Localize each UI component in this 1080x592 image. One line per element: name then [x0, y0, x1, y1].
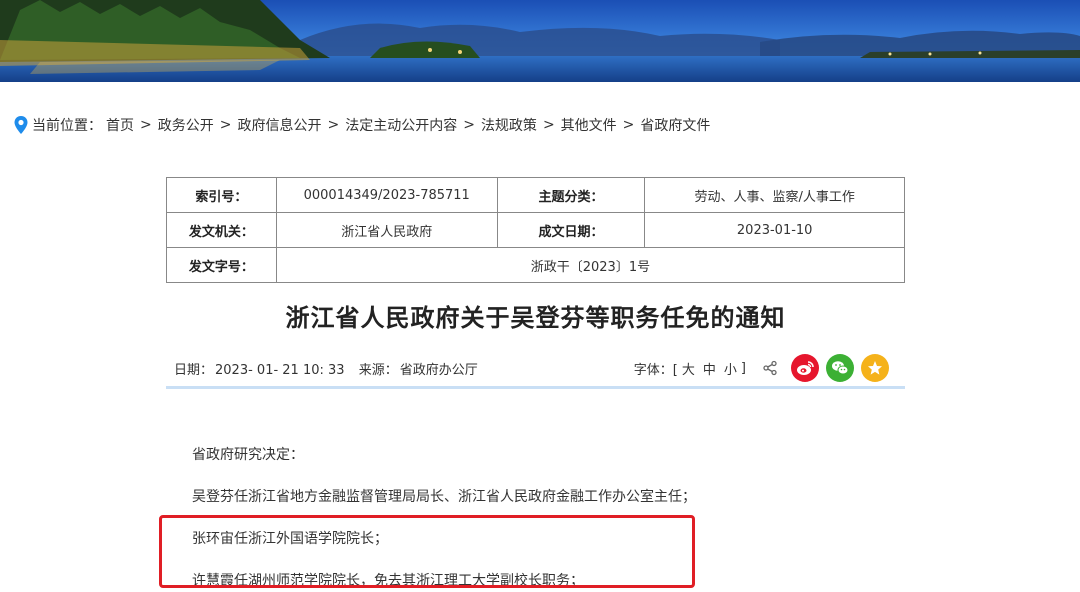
favorite-icon [868, 361, 882, 375]
page-title: 浙江省人民政府关于吴登芬等职务任免的通知 [285, 304, 786, 332]
breadcrumb-item-provincial[interactable]: 省政府文件 [640, 115, 710, 135]
breadcrumb-item-affairs[interactable]: 政务公开 [158, 115, 214, 135]
date-value: 2023-01-10 [644, 212, 905, 248]
share-weibo-button[interactable] [791, 354, 819, 382]
font-size-small-button[interactable]: 小 [724, 359, 737, 378]
breadcrumb-item-policy[interactable]: 法规政策 [481, 115, 537, 135]
font-size-medium-button[interactable]: 中 [703, 359, 716, 378]
location-pin-icon [14, 116, 28, 134]
date-label: 成文日期： [496, 212, 646, 248]
article-info-bar: 日期： 2023- 01- 21 10: 33 来源： 省政府办公厅 字体：[ 大 … [166, 352, 905, 389]
topic-value: 劳动、人事、监察/人事工作 [644, 177, 905, 213]
topic-label: 主题分类： [496, 177, 646, 213]
issuer-label: 发文机关： [166, 212, 277, 248]
issuer-value: 浙江省人民政府 [275, 212, 498, 248]
article-tools: 字体：[ 大 中 小 ] [634, 352, 889, 384]
source-label: 来源： [358, 363, 398, 378]
breadcrumb-item-gov-info[interactable]: 政府信息公开 [237, 115, 321, 135]
breadcrumb-prefix: 当前位置： [32, 118, 102, 134]
weibo-icon [797, 361, 814, 375]
index-value: 000014349/2023-785711 [275, 177, 498, 213]
table-row: 发文字号： 浙政干〔2023〕1号 [166, 247, 906, 283]
docno-value: 浙政干〔2023〕1号 [275, 247, 906, 283]
breadcrumb-separator: > [327, 117, 340, 133]
publish-date-value: 2023- 01- 21 10: 33 [215, 363, 345, 378]
breadcrumb-item-other[interactable]: 其他文件 [561, 115, 617, 135]
favorite-button[interactable] [861, 354, 889, 382]
index-label: 索引号： [166, 177, 277, 213]
breadcrumb-item-home[interactable]: 首页 [106, 115, 134, 135]
breadcrumb-separator: > [463, 117, 475, 133]
wechat-icon [832, 361, 849, 375]
font-size-close-bracket: ] [740, 360, 746, 376]
document-meta-table: 索引号： 000014349/2023-785711 主题分类： 劳动、人事、监… [166, 177, 906, 283]
share-wechat-button[interactable] [826, 354, 854, 382]
breadcrumb-separator: > [622, 117, 635, 133]
share-icon [763, 360, 777, 376]
publish-date-label: 日期： [174, 363, 214, 378]
paragraph: 吴登芬任浙江省地方金融监督管理局局长、浙江省人民政府金融工作办公室主任； [192, 489, 696, 505]
font-size-large-button[interactable]: 大 [682, 359, 695, 378]
font-size-control: 字体：[ 大 中 小 ] [634, 359, 746, 378]
docno-label: 发文字号： [166, 247, 277, 283]
publish-info: 日期： 2023- 01- 21 10: 33 来源： 省政府办公厅 [174, 359, 480, 378]
font-size-label: 字体：[ [633, 362, 678, 378]
breadcrumb-item-statutory[interactable]: 法定主动公开内容 [345, 115, 457, 135]
breadcrumb-separator: > [542, 117, 555, 133]
breadcrumb: 当前位置： 首页 > 政务公开 > 政府信息公开 > 法定主动公开内容 > 法规… [14, 114, 710, 136]
source-value: 省政府办公厅 [399, 363, 478, 378]
header-banner [0, 0, 1080, 82]
breadcrumb-separator: > [219, 117, 232, 133]
table-row: 发文机关： 浙江省人民政府 成文日期： 2023-01-10 [166, 212, 905, 248]
highlight-box [159, 515, 695, 588]
table-row: 索引号： 000014349/2023-785711 主题分类： 劳动、人事、监… [166, 177, 905, 213]
paragraph: 省政府研究决定： [192, 447, 304, 463]
breadcrumb-separator: > [140, 117, 152, 133]
